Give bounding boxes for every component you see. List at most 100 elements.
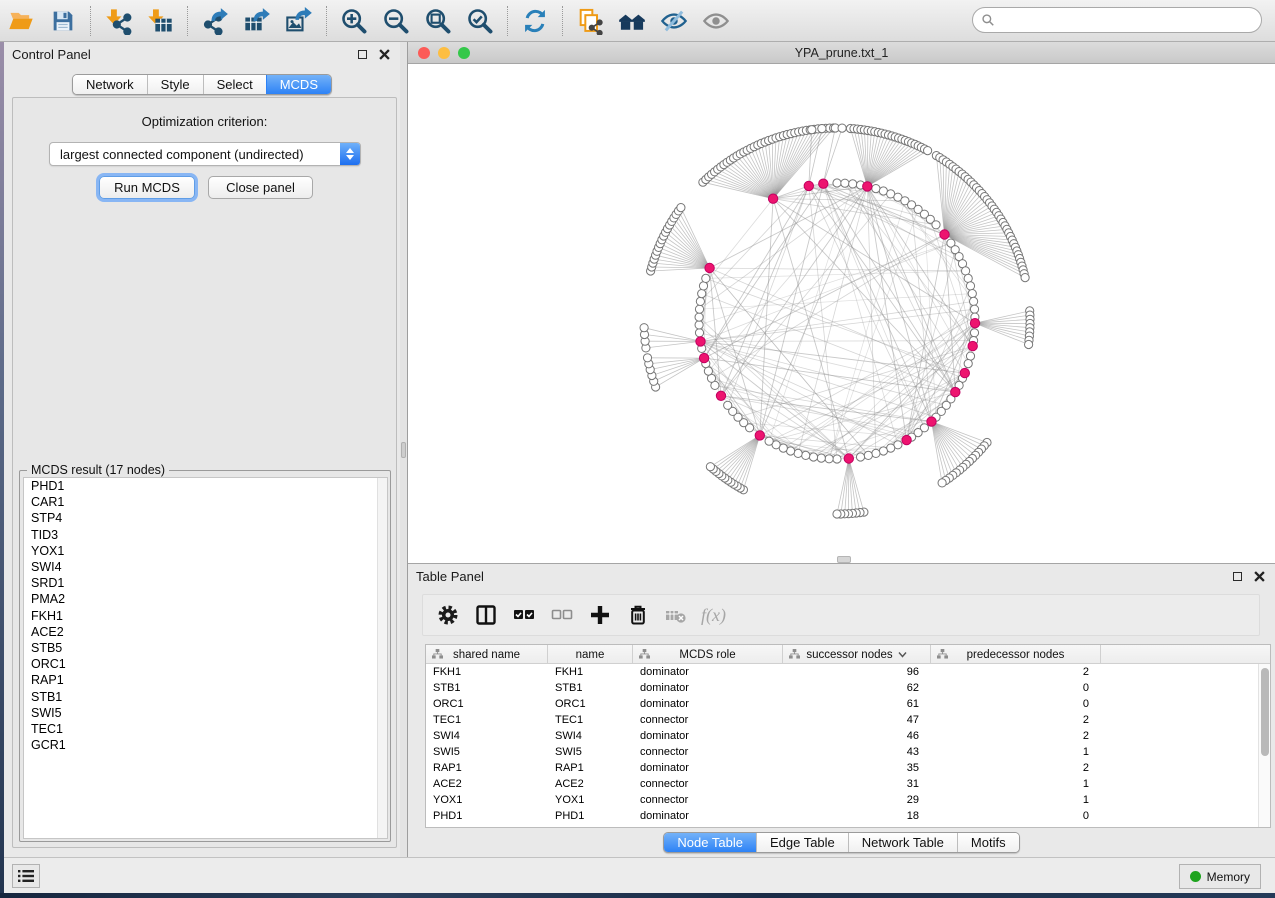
mcds-result-item[interactable]: STB1 bbox=[24, 689, 387, 705]
vertical-splitter[interactable] bbox=[400, 42, 408, 857]
zoom-out-icon[interactable] bbox=[379, 4, 413, 38]
first-neighbors-icon[interactable] bbox=[615, 4, 649, 38]
split-panel-icon[interactable] bbox=[471, 600, 501, 630]
mcds-dominator-node[interactable] bbox=[716, 391, 725, 400]
mcds-dominator-node[interactable] bbox=[968, 341, 977, 350]
mcds-dominator-node[interactable] bbox=[844, 454, 853, 463]
network-node[interactable] bbox=[970, 329, 978, 337]
network-node[interactable] bbox=[964, 274, 972, 282]
network-node[interactable] bbox=[966, 352, 974, 360]
open-file-icon[interactable] bbox=[4, 4, 38, 38]
mcds-dominator-node[interactable] bbox=[819, 179, 828, 188]
show-all-icon[interactable] bbox=[699, 4, 733, 38]
settings-gear-icon[interactable] bbox=[433, 600, 463, 630]
column-header-name[interactable]: name bbox=[548, 645, 633, 664]
column-header-predecessor-nodes[interactable]: predecessor nodes bbox=[931, 645, 1101, 664]
zoom-in-icon[interactable] bbox=[337, 4, 371, 38]
network-node[interactable] bbox=[970, 297, 978, 305]
mcds-result-item[interactable]: YOX1 bbox=[24, 543, 387, 559]
mcds-result-item[interactable]: STB5 bbox=[24, 640, 387, 656]
zoom-fit-icon[interactable] bbox=[421, 4, 455, 38]
tab-select[interactable]: Select bbox=[203, 75, 266, 94]
mcds-result-item[interactable]: TEC1 bbox=[24, 721, 387, 737]
table-row[interactable]: PHD1PHD1dominator180 bbox=[426, 808, 1270, 824]
table-tab-network-table[interactable]: Network Table bbox=[848, 833, 957, 852]
tab-network[interactable]: Network bbox=[73, 75, 147, 94]
table-tab-node-table[interactable]: Node Table bbox=[664, 833, 756, 852]
network-node[interactable] bbox=[833, 179, 841, 187]
mcds-result-item[interactable]: GCR1 bbox=[24, 737, 387, 753]
network-node[interactable] bbox=[825, 455, 833, 463]
search-box[interactable] bbox=[972, 7, 1262, 33]
maximize-window-button[interactable] bbox=[458, 47, 470, 59]
network-node[interactable] bbox=[704, 367, 712, 375]
mcds-dominator-node[interactable] bbox=[960, 368, 969, 377]
mcds-result-item[interactable]: PMA2 bbox=[24, 591, 387, 607]
mcds-dominator-node[interactable] bbox=[696, 337, 705, 346]
table-row[interactable]: ORC1ORC1dominator610 bbox=[426, 696, 1270, 712]
network-node[interactable] bbox=[872, 449, 880, 457]
mcds-result-item[interactable]: FKH1 bbox=[24, 608, 387, 624]
network-node[interactable] bbox=[818, 125, 826, 133]
table-row[interactable]: SWI5SWI5connector431 bbox=[426, 744, 1270, 760]
save-session-icon[interactable] bbox=[46, 4, 80, 38]
mcds-dominator-node[interactable] bbox=[804, 181, 813, 190]
optimization-criterion-select[interactable]: largest connected component (undirected) bbox=[49, 142, 361, 166]
network-node[interactable] bbox=[849, 180, 857, 188]
network-node[interactable] bbox=[706, 463, 714, 471]
mcds-result-item[interactable]: SWI5 bbox=[24, 705, 387, 721]
network-node[interactable] bbox=[640, 324, 648, 332]
close-panel-button[interactable]: Close panel bbox=[208, 176, 313, 199]
network-node[interactable] bbox=[879, 447, 887, 455]
new-network-from-selection-icon[interactable] bbox=[573, 4, 607, 38]
mcds-dominator-node[interactable] bbox=[863, 182, 872, 191]
tab-mcds[interactable]: MCDS bbox=[266, 75, 331, 94]
memory-button[interactable]: Memory bbox=[1179, 864, 1261, 889]
table-row[interactable]: SWI4SWI4dominator462 bbox=[426, 728, 1270, 744]
table-tab-edge-table[interactable]: Edge Table bbox=[756, 833, 848, 852]
run-mcds-button[interactable]: Run MCDS bbox=[99, 176, 195, 199]
network-node[interactable] bbox=[695, 305, 703, 313]
network-node[interactable] bbox=[833, 510, 841, 518]
mcds-result-list[interactable]: PHD1CAR1STP4TID3YOX1SWI4SRD1PMA2FKH1ACE2… bbox=[23, 477, 388, 839]
table-row[interactable]: FKH1FKH1dominator962 bbox=[426, 664, 1270, 680]
mcds-dominator-node[interactable] bbox=[755, 431, 764, 440]
network-node[interactable] bbox=[856, 453, 864, 461]
splitter-grip[interactable] bbox=[401, 442, 406, 458]
tab-style[interactable]: Style bbox=[147, 75, 203, 94]
mcds-result-item[interactable]: ACE2 bbox=[24, 624, 387, 640]
mcds-result-item[interactable]: RAP1 bbox=[24, 672, 387, 688]
column-header-successor-nodes[interactable]: successor nodes bbox=[783, 645, 931, 664]
network-node[interactable] bbox=[838, 124, 846, 132]
network-node[interactable] bbox=[872, 185, 880, 193]
network-node[interactable] bbox=[924, 147, 932, 155]
mcds-dominator-node[interactable] bbox=[699, 353, 708, 362]
table-row[interactable]: ACE2ACE2connector311 bbox=[426, 776, 1270, 792]
network-node[interactable] bbox=[1025, 340, 1033, 348]
network-node[interactable] bbox=[962, 267, 970, 275]
table-row[interactable]: RAP1RAP1dominator352 bbox=[426, 760, 1270, 776]
delete-column-icon[interactable] bbox=[623, 600, 653, 630]
network-node[interactable] bbox=[695, 321, 703, 329]
network-node[interactable] bbox=[964, 360, 972, 368]
mcds-result-item[interactable]: SRD1 bbox=[24, 575, 387, 591]
minimize-window-button[interactable] bbox=[438, 47, 450, 59]
network-node[interactable] bbox=[808, 126, 816, 134]
mcds-dominator-node[interactable] bbox=[705, 263, 714, 272]
mcds-result-item[interactable]: ORC1 bbox=[24, 656, 387, 672]
deselect-all-icon[interactable] bbox=[547, 600, 577, 630]
network-window-titlebar[interactable]: YPA_prune.txt_1 bbox=[408, 42, 1275, 64]
table-row[interactable]: STB1STB1dominator620 bbox=[426, 680, 1270, 696]
network-node[interactable] bbox=[841, 179, 849, 187]
export-table-icon[interactable] bbox=[240, 4, 274, 38]
mcds-dominator-node[interactable] bbox=[940, 230, 949, 239]
table-scrollbar-thumb[interactable] bbox=[1261, 668, 1269, 756]
import-table-icon[interactable] bbox=[143, 4, 177, 38]
network-node[interactable] bbox=[643, 354, 651, 362]
close-table-panel-icon[interactable] bbox=[1251, 568, 1267, 584]
select-all-icon[interactable] bbox=[509, 600, 539, 630]
mcds-dominator-node[interactable] bbox=[768, 194, 777, 203]
network-node[interactable] bbox=[833, 455, 841, 463]
network-node[interactable] bbox=[677, 204, 685, 212]
horizontal-splitter-grip[interactable] bbox=[837, 556, 851, 563]
